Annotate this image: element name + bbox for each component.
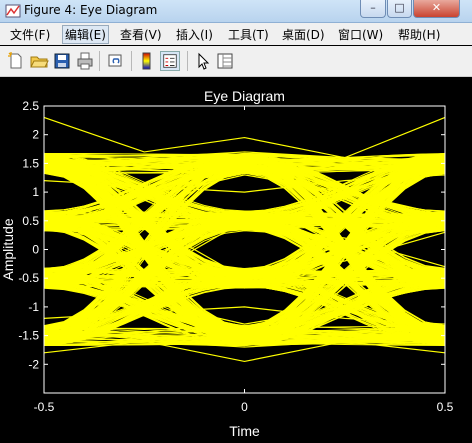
- window-title: Figure 4: Eye Diagram: [24, 3, 158, 17]
- close-button[interactable]: ✕: [413, 0, 460, 18]
- pointer-icon[interactable]: [193, 51, 213, 71]
- colorbar-icon[interactable]: [137, 51, 157, 71]
- y-tick-label: -1: [28, 300, 39, 314]
- minimize-button[interactable]: –: [360, 0, 386, 18]
- y-tick-label: 0.5: [22, 214, 39, 228]
- x-tick-label: 0.5: [437, 400, 454, 414]
- x-tick-label: 0: [241, 400, 248, 414]
- menu-view[interactable]: 查看(V): [118, 26, 164, 43]
- toolbar-separator: [131, 51, 132, 71]
- y-axis-label: Amplitude: [0, 218, 16, 280]
- y-tick-label: -2: [28, 357, 39, 371]
- open-folder-icon[interactable]: [29, 51, 49, 71]
- new-figure-icon[interactable]: [6, 51, 26, 71]
- eye-diagram-plot[interactable]: 2.5 2 1.5 1 0.5 0 -0.5 -1 -1.5 -2 -0.5 0 0.5 Eye Dia…: [0, 77, 472, 443]
- menu-help[interactable]: 帮助(H): [396, 26, 442, 43]
- chart-title: Eye Diagram: [204, 88, 285, 104]
- title-bar[interactable]: Figure 4: Eye Diagram – □ ✕: [0, 0, 472, 23]
- y-tick-label: 0: [32, 243, 39, 257]
- figure-window: Figure 4: Eye Diagram – □ ✕ 文件(F) 编辑(E) …: [0, 0, 472, 443]
- save-icon[interactable]: [52, 51, 72, 71]
- property-editor-icon[interactable]: [215, 51, 235, 71]
- menu-tools[interactable]: 工具(T): [226, 26, 271, 43]
- plot-traces: [43, 116, 446, 363]
- menu-file[interactable]: 文件(F): [8, 26, 52, 43]
- x-axis-label: Time: [229, 423, 260, 439]
- print-icon[interactable]: [75, 51, 95, 71]
- y-tick-label: 2.5: [22, 99, 39, 113]
- menu-window[interactable]: 窗口(W): [336, 26, 385, 43]
- legend-icon[interactable]: [160, 51, 180, 71]
- menu-bar: 文件(F) 编辑(E) 查看(V) 插入(I) 工具(T) 桌面(D) 窗口(W…: [0, 23, 472, 45]
- toolbar-separator: [99, 51, 100, 71]
- x-tick-label: -0.5: [34, 400, 55, 414]
- link-plot-icon[interactable]: [106, 51, 126, 71]
- y-tick-label: 1.5: [22, 156, 39, 170]
- menu-desktop[interactable]: 桌面(D): [280, 26, 327, 43]
- toolbar: [0, 46, 472, 77]
- y-tick-label: -0.5: [18, 271, 39, 285]
- menu-edit[interactable]: 编辑(E): [62, 25, 109, 44]
- menu-insert[interactable]: 插入(I): [174, 26, 215, 43]
- y-tick-label: 2: [32, 128, 39, 142]
- y-tick-label: -1.5: [18, 329, 39, 343]
- y-tick-label: 1: [32, 185, 39, 199]
- matlab-figure-icon: [5, 4, 21, 18]
- figure-canvas: 2.5 2 1.5 1 0.5 0 -0.5 -1 -1.5 -2 -0.5 0 0.5 Eye Dia…: [0, 77, 472, 443]
- maximize-button[interactable]: □: [387, 0, 412, 18]
- toolbar-separator: [187, 51, 188, 71]
